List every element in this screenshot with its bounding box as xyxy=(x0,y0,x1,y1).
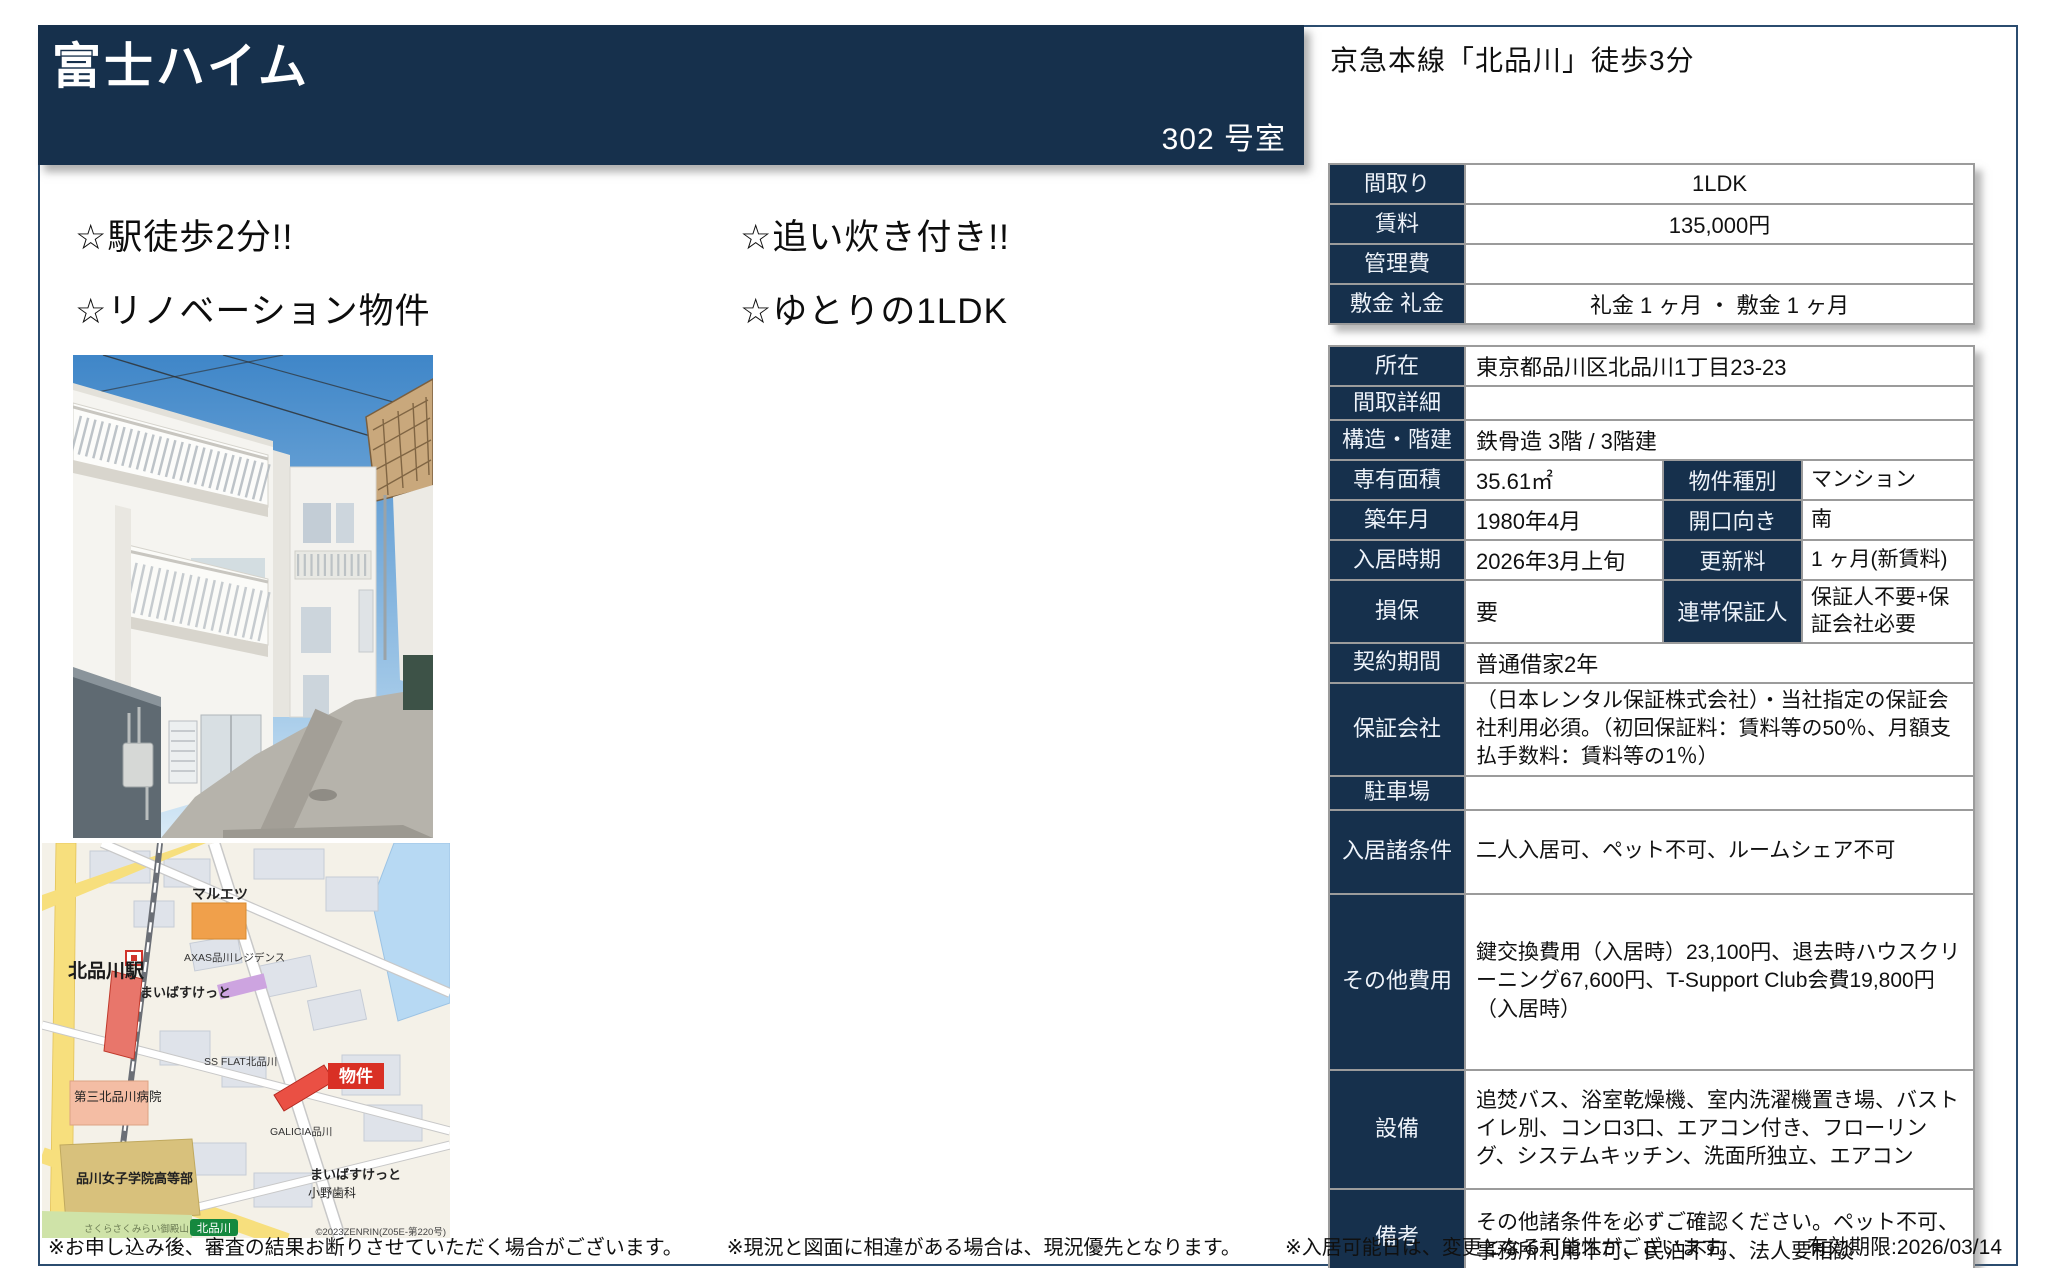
table-row: 契約期間 普通借家2年 xyxy=(1330,644,1975,684)
row-value xyxy=(1466,245,1975,285)
access-line: 京急本線「北品川」徒歩3分 xyxy=(1330,39,1695,79)
row-label-2: 連帯保証人 xyxy=(1664,581,1803,644)
row-label: 入居諸条件 xyxy=(1330,811,1466,895)
row-label: 入居時期 xyxy=(1330,541,1466,581)
row-value: 二人入居可、ペット不可、ルームシェア不可 xyxy=(1466,811,1975,895)
table-row: 所在 東京都品川区北品川1丁目23-23 xyxy=(1330,347,1975,387)
row-value: 要 xyxy=(1466,581,1664,644)
highlight-walk: ☆駅徒歩2分!! xyxy=(75,209,293,260)
map-label-axas: AXAS品川レジデンス xyxy=(184,951,285,964)
table-row: 入居諸条件 二人入居可、ペット不可、ルームシェア不可 xyxy=(1330,811,1975,895)
map-label-hospital: 第三北品川病院 xyxy=(74,1089,162,1104)
row-value xyxy=(1466,387,1975,421)
flyer-frame: 富士ハイム 302 号室 ☆駅徒歩2分!! ☆追い炊き付き!! ☆リノベーション… xyxy=(38,25,2018,1266)
property-photo xyxy=(73,355,433,838)
table-row: 設備 追焚バス、浴室乾燥機、室内洗濯機置き場、バストイレ別、コンロ3口、エアコン… xyxy=(1330,1071,1975,1190)
table-row: 保証会社 （日本レンタル保証株式会社）・当社指定の保証会社利用必須。（初回保証料… xyxy=(1330,684,1975,777)
row-label: 築年月 xyxy=(1330,501,1466,541)
row-value: 鍵交換費用（入居時）23,100円、退去時ハウスクリーニング67,600円、T-… xyxy=(1466,895,1975,1071)
row-label-2: 開口向き xyxy=(1664,501,1803,541)
row-label-2: 物件種別 xyxy=(1664,461,1803,501)
footer-notes: ※お申し込み後、審査の結果お断りさせていただく場合がございます。 ※現況と図面に… xyxy=(48,1231,2008,1261)
highlight-1ldk: ☆ゆとりの1LDK xyxy=(740,283,1008,334)
row-value: 135,000円 xyxy=(1466,205,1975,245)
row-label: 構造・階建 xyxy=(1330,421,1466,461)
map-label-station: 北品川駅 xyxy=(68,960,145,982)
table-row: 損保 要 連帯保証人 保証人不要+保証会社必要 xyxy=(1330,581,1975,644)
row-label: 所在 xyxy=(1330,347,1466,387)
table-row: 駐車場 xyxy=(1330,777,1975,811)
footer-note: ※入居可能日は、変更となる可能性がございます。 xyxy=(1285,1231,1739,1260)
row-label: 間取り xyxy=(1330,165,1466,205)
row-value: 1980年4月 xyxy=(1466,501,1664,541)
map-label-school: 品川女子学院高等部 xyxy=(76,1171,193,1186)
map-label-maruetsu: マルエツ xyxy=(192,886,248,902)
row-label: その他費用 xyxy=(1330,895,1466,1071)
row-label: 駐車場 xyxy=(1330,777,1466,811)
map-label-property: 物件 xyxy=(339,1066,373,1086)
property-flyer-page: 富士ハイム 302 号室 ☆駅徒歩2分!! ☆追い炊き付き!! ☆リノベーション… xyxy=(0,0,2056,1268)
highlight-renovation: ☆リノベーション物件 xyxy=(75,283,431,334)
map-label-galicia: GALICIA品川 xyxy=(270,1126,332,1138)
map-label-mybasket2: まいばすけっと xyxy=(310,1167,401,1182)
row-label: 契約期間 xyxy=(1330,644,1466,684)
row-label-2: 更新料 xyxy=(1664,541,1803,581)
row-label: 損保 xyxy=(1330,581,1466,644)
row-value: 35.61㎡ xyxy=(1466,461,1664,501)
map-label-ssflat: SS FLAT北品川 xyxy=(204,1056,277,1068)
map-label-dental: 小野歯科 xyxy=(308,1186,356,1200)
row-value: 2026年3月上旬 xyxy=(1466,541,1664,581)
row-value: 追焚バス、浴室乾燥機、室内洗濯機置き場、バストイレ別、コンロ3口、エアコン付き、… xyxy=(1466,1071,1975,1190)
row-value: 1LDK xyxy=(1466,165,1975,205)
table-row: 専有面積 35.61㎡ 物件種別 マンション xyxy=(1330,461,1975,501)
expiry-date: 有効期限:2026/03/14 xyxy=(1807,1231,2002,1261)
header: 富士ハイム 302 号室 xyxy=(38,25,1304,165)
price-table: 間取り 1LDK 賃料 135,000円 管理費 敷金 礼金 礼金 1 ヶ月 ・… xyxy=(1328,163,1975,325)
table-row: 間取り 1LDK xyxy=(1330,165,1975,205)
table-row: 賃料 135,000円 xyxy=(1330,205,1975,245)
detail-table: 所在 東京都品川区北品川1丁目23-23 間取詳細 構造・階建 鉄骨造 3階 /… xyxy=(1328,345,1975,1268)
row-value xyxy=(1466,777,1975,811)
row-label: 敷金 礼金 xyxy=(1330,285,1466,325)
table-row: 入居時期 2026年3月上旬 更新料 1 ヶ月(新賃料) xyxy=(1330,541,1975,581)
row-value: 鉄骨造 3階 / 3階建 xyxy=(1466,421,1975,461)
row-label: 保証会社 xyxy=(1330,684,1466,777)
table-row: その他費用 鍵交換費用（入居時）23,100円、退去時ハウスクリーニング67,6… xyxy=(1330,895,1975,1071)
table-row: 築年月 1980年4月 開口向き 南 xyxy=(1330,501,1975,541)
footer-note: ※現況と図面に相違がある場合は、現況優先となります。 xyxy=(727,1231,1241,1260)
highlight-reheat: ☆追い炊き付き!! xyxy=(740,209,1010,260)
table-row: 構造・階建 鉄骨造 3階 / 3階建 xyxy=(1330,421,1975,461)
room-number: 302 号室 xyxy=(1162,114,1286,158)
table-row: 管理費 xyxy=(1330,245,1975,285)
row-value: （日本レンタル保証株式会社）・当社指定の保証会社利用必須。（初回保証料：賃料等の… xyxy=(1466,684,1975,777)
row-label: 賃料 xyxy=(1330,205,1466,245)
row-label: 管理費 xyxy=(1330,245,1466,285)
row-value-2: マンション xyxy=(1803,461,1975,501)
row-label: 間取詳細 xyxy=(1330,387,1466,421)
row-value: 東京都品川区北品川1丁目23-23 xyxy=(1466,347,1975,387)
table-row: 敷金 礼金 礼金 1 ヶ月 ・ 敷金 1 ヶ月 xyxy=(1330,285,1975,325)
location-map: 物件 北品川駅 まいばすけっと マルエツ AXAS品川レジデンス SS FLAT… xyxy=(42,843,450,1238)
row-value: 礼金 1 ヶ月 ・ 敷金 1 ヶ月 xyxy=(1466,285,1975,325)
row-label: 専有面積 xyxy=(1330,461,1466,501)
maruetsu-building xyxy=(192,903,246,939)
building-name: 富士ハイム xyxy=(52,27,310,98)
row-value: 普通借家2年 xyxy=(1466,644,1975,684)
map-label-mybasket1: まいばすけっと xyxy=(140,985,231,1000)
row-value-2: 保証人不要+保証会社必要 xyxy=(1803,581,1975,644)
table-row: 間取詳細 xyxy=(1330,387,1975,421)
footer-note: ※お申し込み後、審査の結果お断りさせていただく場合がございます。 xyxy=(48,1231,683,1260)
row-value-2: 1 ヶ月(新賃料) xyxy=(1803,541,1975,581)
row-label: 設備 xyxy=(1330,1071,1466,1190)
row-value-2: 南 xyxy=(1803,501,1975,541)
